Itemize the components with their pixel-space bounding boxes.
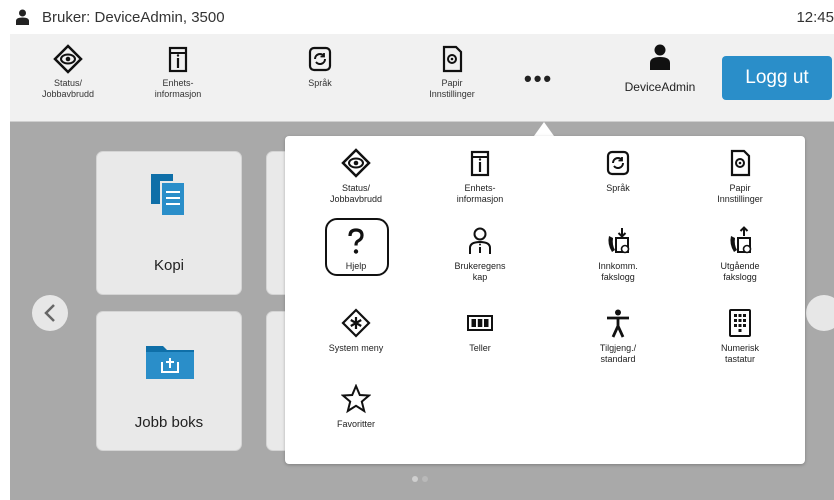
next-page-button[interactable] xyxy=(806,295,834,331)
accessibility-icon xyxy=(607,309,629,338)
page-dot xyxy=(422,476,428,482)
tile-label: Kopi xyxy=(153,257,185,274)
menu-item-counter[interactable]: Teller xyxy=(425,308,535,354)
menu-item-system-menu[interactable]: System meny xyxy=(301,308,411,354)
chevron-left-icon xyxy=(44,304,55,322)
menu-item-label: Utgående fakslogg xyxy=(720,261,760,282)
user-name-label: DeviceAdmin xyxy=(624,80,696,94)
toolbar-status-job-cancel[interactable]: Status/ Jobbavbrudd xyxy=(20,44,116,100)
counter-icon xyxy=(467,315,493,331)
user-properties-icon xyxy=(469,227,491,254)
fax-incoming-log-icon xyxy=(608,228,630,254)
menu-item-label: Favoritter xyxy=(336,419,375,429)
popup-caret xyxy=(534,122,554,136)
more-menu-button[interactable]: ••• xyxy=(524,66,553,92)
menu-item-label: Enhets- informasjon xyxy=(456,183,504,204)
user-account-button[interactable]: DeviceAdmin xyxy=(610,44,710,94)
tile-label: Jobb boks xyxy=(134,414,204,431)
copy-icon xyxy=(151,174,186,217)
language-icon xyxy=(308,46,332,72)
menu-item-label: Papir Innstillinger xyxy=(717,183,763,204)
toolbar-label: Status/ Jobbavbrudd xyxy=(41,78,95,99)
toolbar-paper-settings[interactable]: Papir Innstillinger xyxy=(404,44,500,100)
help-icon xyxy=(348,228,364,254)
page-dot xyxy=(412,476,418,482)
clock: 12:45 xyxy=(796,9,834,26)
job-box-icon xyxy=(146,346,194,379)
language-icon xyxy=(606,150,630,176)
device-info-icon xyxy=(470,150,490,177)
menu-item-label: Status/ Jobbavbrudd xyxy=(329,183,383,204)
device-screen: Bruker: DeviceAdmin, 3500 12:45 Status/ … xyxy=(10,0,834,500)
menu-item-label: Hjelp xyxy=(345,261,367,271)
menu-item-label: Innkomm. fakslogg xyxy=(598,261,638,282)
menu-item-label: Numerisk tastatur xyxy=(720,343,759,364)
menu-item-label: Språk xyxy=(606,183,630,193)
toolbar-label: Papir Innstillinger xyxy=(429,78,475,99)
menu-item-user-properties[interactable]: Brukeregens kap xyxy=(425,226,535,283)
copy-tile[interactable]: Kopi xyxy=(96,151,242,295)
paper-settings-icon xyxy=(442,45,463,73)
star-icon xyxy=(341,384,371,414)
logout-button[interactable]: Logg ut xyxy=(722,56,832,100)
page-indicator xyxy=(412,469,432,487)
menu-item-label: Tilgjeng./ standard xyxy=(599,343,637,364)
eye-diamond-icon xyxy=(341,148,371,178)
menu-item-accessibility[interactable]: Tilgjeng./ standard xyxy=(563,308,673,365)
previous-page-button[interactable] xyxy=(32,295,68,331)
menu-item-fax-incoming-log[interactable]: Innkomm. fakslogg xyxy=(563,226,673,283)
menu-item-label: System meny xyxy=(328,343,384,353)
toolbar-language[interactable]: Språk xyxy=(272,44,368,89)
user-icon xyxy=(16,9,29,25)
more-menu-popup: Status/ Jobbavbrudd Enhets- informasjon … xyxy=(285,136,805,464)
menu-item-language[interactable]: Språk xyxy=(563,148,673,194)
menu-item-fax-outgoing-log[interactable]: Utgående fakslogg xyxy=(685,226,795,283)
menu-item-label: Teller xyxy=(469,343,491,353)
job-box-tile[interactable]: Jobb boks xyxy=(96,311,242,451)
toolbar-label: Enhets- informasjon xyxy=(154,78,202,99)
eye-diamond-icon xyxy=(53,44,83,74)
device-info-icon xyxy=(168,46,188,73)
fax-outgoing-log-icon xyxy=(730,226,752,254)
menu-item-status-job-cancel[interactable]: Status/ Jobbavbrudd xyxy=(301,148,411,205)
menu-item-label: Brukeregens kap xyxy=(454,261,506,282)
user-status-label: Bruker: DeviceAdmin, 3500 xyxy=(42,9,225,26)
paper-settings-icon xyxy=(730,149,751,177)
menu-item-device-info[interactable]: Enhets- informasjon xyxy=(425,148,535,205)
menu-item-numeric-keypad[interactable]: Numerisk tastatur xyxy=(685,308,795,365)
toolbar-device-info[interactable]: Enhets- informasjon xyxy=(130,44,226,100)
menu-item-paper-settings[interactable]: Papir Innstillinger xyxy=(685,148,795,205)
numeric-keypad-icon xyxy=(729,309,751,337)
system-menu-icon xyxy=(341,308,371,338)
user-icon xyxy=(650,44,670,70)
menu-item-favorites[interactable]: Favoritter xyxy=(301,384,411,430)
toolbar-label: Språk xyxy=(308,78,332,88)
menu-item-help[interactable]: Hjelp xyxy=(301,226,411,272)
status-bar: Bruker: DeviceAdmin, 3500 12:45 xyxy=(10,0,834,34)
top-toolbar: Status/ Jobbavbrudd Enhets- informasjon … xyxy=(10,34,834,122)
